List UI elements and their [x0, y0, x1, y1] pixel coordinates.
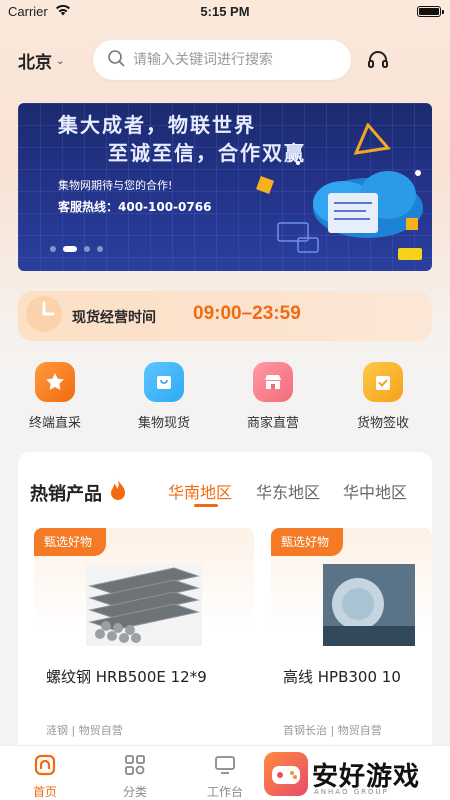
chevron-down-icon: ⌄ [56, 56, 65, 67]
bag-icon [144, 362, 184, 402]
quick-menu-item-goods-receipt[interactable]: 货物签收 [343, 362, 423, 431]
product-image-rebar [86, 564, 202, 646]
clock-icon [24, 294, 70, 344]
banner-subtitle: 集物网期待与您的合作! [58, 179, 173, 192]
home-icon [34, 754, 56, 779]
quick-menu-item-merchant-direct[interactable]: 商家直营 [233, 362, 313, 431]
pagination-dot[interactable] [50, 246, 56, 252]
active-tab-indicator [194, 504, 218, 507]
city-selector[interactable]: 北京 ⌄ [18, 48, 64, 73]
quick-menu: 终端直采 集物现货 商家直营 货物签收 [0, 362, 450, 442]
pagination-dot[interactable] [84, 246, 90, 252]
hot-products-section: 热销产品 华南地区 华东地区 华中地区 甄选好物 螺纹钢 HRB500E 12*… [18, 452, 432, 782]
banner-hotline: 客服热线：400-100-0766 [58, 200, 212, 214]
monitor-icon [214, 756, 236, 779]
hot-products-title: 热销产品 [30, 478, 128, 507]
clipboard-check-icon [363, 362, 403, 402]
product-card[interactable]: 甄选好物 螺纹钢 HRB500E 12*9 涟钢 | 物贸自营 [34, 528, 254, 753]
promo-banner[interactable]: 集大成者，物联世界 至诚至信，合作双赢 集物网期待与您的合作! 客服热线：400… [18, 103, 432, 271]
cloud-network-illustration [238, 122, 428, 271]
product-card[interactable]: 甄选好物 高线 HPB300 10 首钢长治 | 物贸自营 [271, 528, 432, 753]
pagination-dot-active[interactable] [63, 246, 77, 252]
flame-icon [108, 478, 128, 507]
watermark-subtext: ANHAO GROUP [314, 788, 389, 796]
product-badge: 甄选好物 [271, 528, 344, 556]
product-name: 螺纹钢 HRB500E 12*9 [46, 668, 207, 686]
nav-home[interactable]: 首页 [15, 754, 75, 800]
hot-products-title-text: 热销产品 [30, 483, 102, 505]
site-watermark: 安好游戏 ANHAO GROUP [264, 752, 450, 798]
banner-headline-1: 集大成者，物联世界 [58, 113, 256, 137]
quick-menu-label: 集物现货 [137, 416, 190, 431]
search-bar[interactable] [93, 40, 351, 80]
product-name: 高线 HPB300 10 [283, 668, 401, 686]
product-meta: 首钢长治 | 物贸自营 [283, 724, 382, 737]
tab-east-china[interactable]: 华东地区 [256, 479, 320, 503]
business-hours-value: 09:00–23:59 [193, 303, 301, 324]
star-icon [35, 362, 75, 402]
category-icon [124, 755, 146, 779]
store-icon [253, 362, 293, 402]
search-input[interactable] [133, 52, 333, 68]
pagination-dot[interactable] [97, 246, 103, 252]
nav-label: 首页 [32, 785, 57, 799]
product-badge: 甄选好物 [34, 528, 107, 556]
search-icon [107, 49, 125, 71]
product-meta: 涟钢 | 物贸自营 [46, 724, 123, 737]
tab-south-china[interactable]: 华南地区 [168, 479, 232, 503]
clock-time: 5:15 PM [200, 4, 250, 19]
battery-icon [417, 6, 444, 17]
quick-menu-label: 货物签收 [356, 416, 409, 431]
gamepad-logo-icon [264, 752, 308, 796]
tab-central-china[interactable]: 华中地区 [343, 479, 407, 503]
business-hours-strip: 现货经营时间 09:00–23:59 [18, 291, 432, 341]
quick-menu-label: 终端直采 [28, 416, 81, 431]
product-image-wire-rod [323, 564, 415, 646]
nav-label: 工作台 [206, 785, 243, 799]
banner-pagination-dots[interactable] [50, 246, 103, 252]
city-label: 北京 [18, 53, 52, 73]
nav-label: 分类 [122, 785, 147, 799]
business-hours-label: 现货经营时间 [72, 310, 156, 326]
customer-service-headset-icon[interactable] [366, 48, 390, 76]
quick-menu-item-terminal-purchase[interactable]: 终端直采 [15, 362, 95, 431]
nav-workbench[interactable]: 工作台 [195, 754, 255, 800]
quick-menu-label: 商家直营 [246, 416, 299, 431]
quick-menu-item-spot-goods[interactable]: 集物现货 [124, 362, 204, 431]
status-bar: Carrier 5:15 PM [0, 0, 450, 24]
nav-category[interactable]: 分类 [105, 754, 165, 800]
